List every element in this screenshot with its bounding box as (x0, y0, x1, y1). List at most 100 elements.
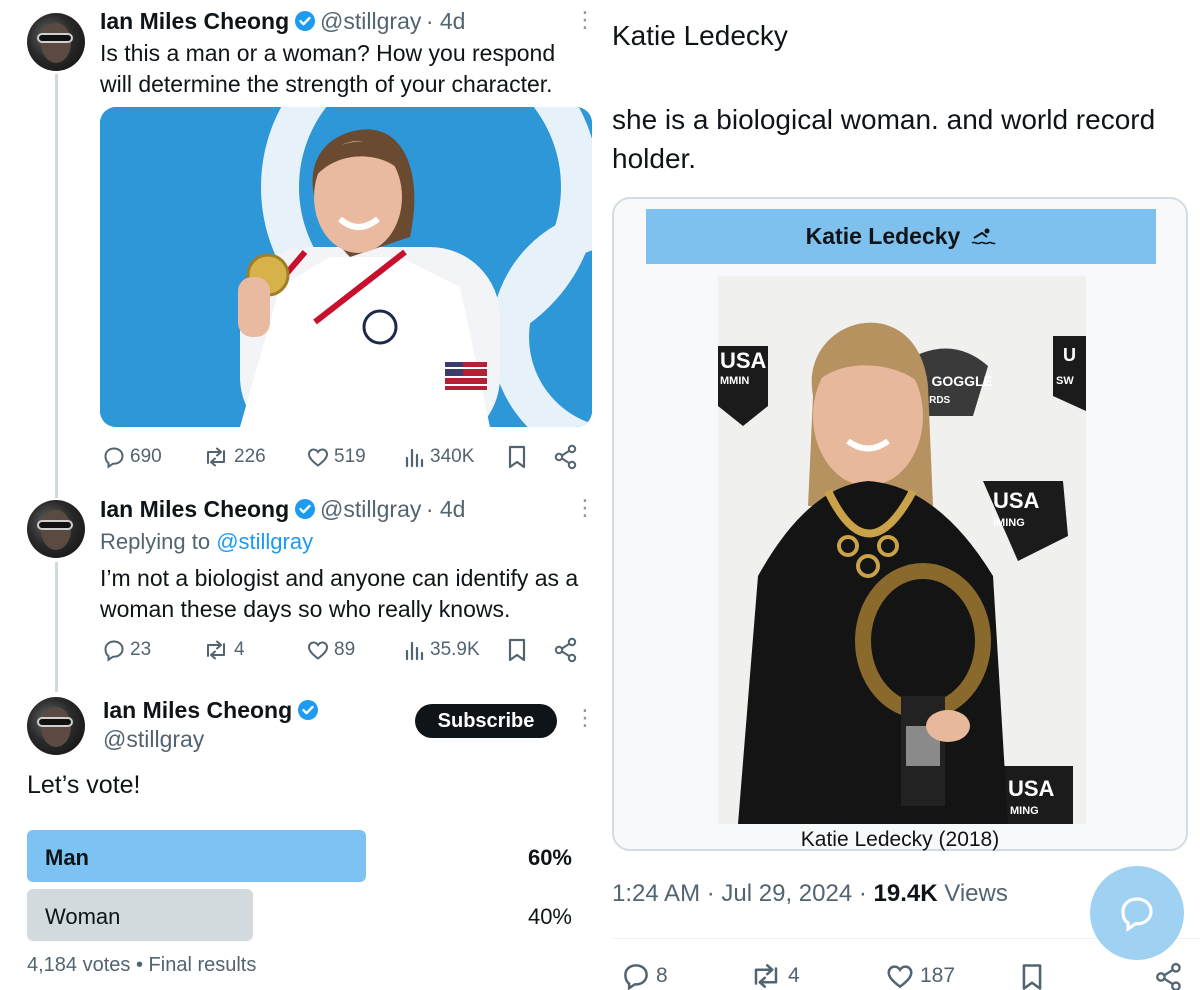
repost-count: 4 (788, 964, 800, 987)
reply-button[interactable]: 8 (620, 961, 668, 990)
like-icon (307, 641, 329, 660)
poll-status: Final results (148, 954, 257, 976)
author-name[interactable]: Ian Miles Cheong (100, 496, 289, 522)
share-icon[interactable] (554, 444, 578, 470)
post-date[interactable]: Jul 29, 2024 (721, 880, 852, 907)
repost-icon (207, 640, 225, 660)
poll-votes: 4,184 votes (27, 954, 131, 976)
author-handle[interactable]: @stillgray (320, 496, 421, 522)
card-header-bar: Katie Ledecky (646, 209, 1156, 264)
author-handle[interactable]: @stillgray (103, 726, 204, 753)
like-button[interactable]: 187 (884, 961, 955, 990)
reply-icon (104, 640, 124, 662)
author-name[interactable]: Ian Miles Cheong (103, 697, 292, 723)
attached-image-card[interactable]: Katie Ledecky USA MMIN DEN GOGGLE WARDS … (612, 197, 1188, 851)
reply-text-line1: Katie Ledecky (612, 20, 788, 51)
avatar[interactable] (27, 697, 85, 755)
tweet-actions: 690 226 519 340K (102, 443, 582, 471)
repost-button[interactable]: 4 (202, 638, 245, 662)
backdrop-text: SW (1056, 375, 1074, 387)
views-label: Views (944, 880, 1008, 907)
poll-option-label: Man (45, 845, 89, 870)
poll-footer: 4,184 votes • Final results (27, 954, 256, 977)
views-count: 19.4K (873, 880, 938, 907)
backdrop-text: USA (993, 488, 1040, 513)
reply-button[interactable]: 23 (102, 638, 151, 662)
verified-badge-icon (294, 11, 315, 31)
tweet-text: I’m not a biologist and anyone can ident… (100, 565, 579, 622)
author-name[interactable]: Ian Miles Cheong (100, 8, 289, 34)
reply-count: 690 (130, 446, 162, 467)
reply-icon (104, 447, 124, 469)
reply-count: 8 (656, 964, 668, 987)
tweet-text: Let’s vote! (27, 771, 141, 799)
backdrop-text: MING (1010, 805, 1039, 817)
more-dots-icon[interactable]: ⋮ (574, 707, 596, 729)
compose-icon (1121, 897, 1153, 933)
card-header-title: Katie Ledecky (805, 223, 961, 249)
replying-prefix: Replying to (100, 529, 211, 554)
tweet-actions: 23 4 89 35.9K (102, 636, 582, 664)
like-button[interactable]: 519 (306, 445, 366, 469)
thread-line (55, 562, 58, 692)
like-count: 519 (334, 446, 366, 467)
ledecky-photo-illustration: USA MMIN DEN GOGGLE WARDS USA IMING U SW… (718, 276, 1086, 824)
post-time[interactable]: · 4d (426, 496, 466, 522)
more-dots-icon[interactable]: ⋮ (574, 9, 596, 31)
tweet-header: Ian Miles Cheong (103, 697, 319, 724)
author-handle[interactable]: @stillgray (320, 8, 421, 34)
backdrop-text: MMIN (720, 375, 749, 387)
poll-dot: • (135, 954, 149, 976)
like-count: 187 (920, 964, 956, 987)
tweet-actions: 8 4 187 (620, 962, 1195, 990)
avatar[interactable] (27, 13, 85, 71)
repost-icon (207, 447, 225, 467)
views-button[interactable]: 35.9K (404, 638, 480, 662)
poll-option-percent: 40% (527, 904, 572, 929)
post-time[interactable]: · 4d (426, 8, 466, 34)
verified-badge-icon (294, 499, 315, 519)
compose-button[interactable] (1090, 866, 1184, 960)
views-icon (405, 448, 424, 468)
views-count: 35.9K (430, 639, 480, 660)
share-icon[interactable] (1154, 962, 1184, 990)
replying-to: Replying to @stillgray (100, 529, 313, 555)
sep-dot: · (706, 880, 722, 907)
backdrop-text: USA (720, 348, 767, 373)
share-icon[interactable] (554, 637, 578, 663)
repost-icon (754, 964, 778, 988)
views-icon (405, 641, 424, 661)
poll: Man 60% Woman 40% (27, 830, 577, 945)
subscribe-button[interactable]: Subscribe (415, 704, 557, 738)
poll-option-label: Woman (45, 904, 121, 929)
like-icon (887, 965, 913, 989)
verified-badge-icon (297, 700, 318, 720)
replying-handle-link[interactable]: @stillgray (216, 529, 313, 554)
thread-line (55, 74, 58, 498)
more-dots-icon[interactable]: ⋮ (574, 497, 596, 519)
post-timestamp-row: 1:24 AM · Jul 29, 2024 · 19.4K Views (612, 880, 1008, 908)
avatar[interactable] (27, 500, 85, 558)
card-caption: Katie Ledecky (2018) (800, 828, 1000, 851)
like-count: 89 (334, 639, 356, 660)
views-count: 340K (430, 446, 475, 467)
backdrop-text: IMING (993, 517, 1025, 529)
reply-button[interactable]: 690 (102, 445, 162, 469)
swimmer-photo-illustration (100, 107, 592, 427)
tweet-photo[interactable] (100, 107, 592, 427)
swimmer-icon (971, 228, 996, 244)
post-time[interactable]: 1:24 AM (612, 880, 700, 907)
views-button[interactable]: 340K (404, 445, 474, 469)
bookmark-icon[interactable] (506, 444, 528, 470)
reply-count: 23 (130, 639, 152, 660)
reply-icon (624, 964, 648, 990)
repost-button[interactable]: 4 (748, 961, 800, 990)
bookmark-icon[interactable] (1018, 962, 1046, 990)
repost-button[interactable]: 226 (202, 445, 266, 469)
like-button[interactable]: 89 (306, 638, 355, 662)
tweet-header: Ian Miles Cheong @stillgray · 4d (100, 8, 465, 35)
bookmark-icon[interactable] (506, 637, 528, 663)
repost-count: 4 (234, 639, 245, 660)
tweet-header: Ian Miles Cheong @stillgray · 4d (100, 496, 465, 523)
reply-text-line2: she is a biological woman. and world rec… (612, 104, 1156, 174)
